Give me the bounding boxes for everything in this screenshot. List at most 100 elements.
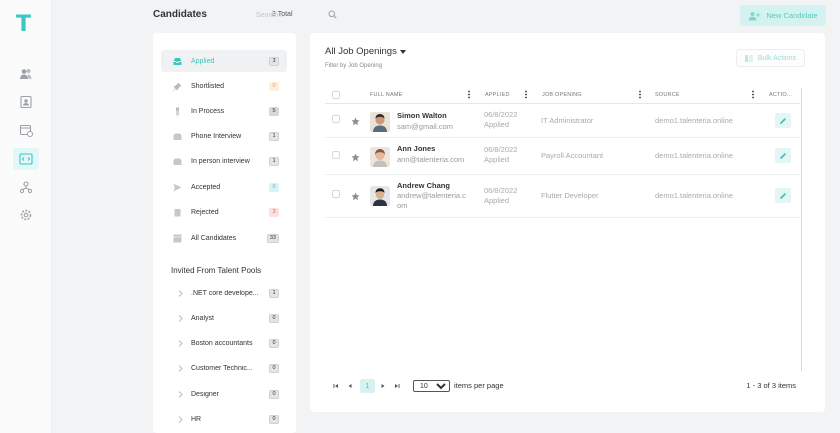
status-count: 1 [269, 131, 279, 141]
table-row[interactable]: Ann Jones ann@talenteria.com 06/8/2022 A… [325, 139, 800, 175]
nav-jobs[interactable] [13, 148, 39, 170]
star-icon[interactable] [351, 192, 360, 201]
pool-item[interactable]: HR 0 [161, 409, 287, 429]
column-header-source[interactable]: SOURCE [655, 92, 680, 98]
new-candidate-button[interactable]: New Candidate [740, 5, 826, 26]
top-bar: Candidates 3 Total New Candidate [52, 0, 840, 30]
nav-org[interactable] [13, 176, 39, 198]
status-count: 1 [269, 156, 279, 166]
status-all-candidates[interactable]: All Candidates 33 [161, 227, 287, 249]
kebab-menu-icon[interactable] [638, 90, 642, 99]
nav-users[interactable] [13, 63, 39, 85]
edit-button[interactable] [775, 113, 791, 128]
kebab-menu-icon[interactable] [467, 90, 471, 99]
row-checkbox[interactable] [332, 115, 340, 123]
pager-info: 1 - 3 of 3 items [746, 381, 796, 390]
pool-item[interactable]: Analyst 0 [161, 308, 287, 328]
inbox-icon [171, 57, 183, 66]
pool-count: 0 [269, 414, 279, 424]
status-in-process[interactable]: In Process 5 [161, 100, 287, 122]
calendar-icon [19, 124, 33, 137]
column-header-job-opening[interactable]: JOB OPENING [542, 92, 582, 98]
job-opening: IT Administrator [541, 116, 594, 125]
avatar [370, 147, 390, 167]
job-opening-label: All Job Openings [325, 46, 397, 57]
chevron-right-icon [175, 289, 185, 297]
source: demo1.talenteria.online [655, 151, 733, 160]
column-header-name[interactable]: FULL NAME [370, 92, 402, 98]
prev-page-button[interactable] [346, 381, 354, 391]
nav-settings[interactable] [13, 204, 39, 226]
chevron-right-icon [175, 415, 185, 423]
pool-count: 1 [269, 288, 279, 298]
edit-button[interactable] [775, 148, 791, 163]
job-opening-dropdown[interactable]: All Job Openings [325, 46, 406, 57]
applied-status: Applied [484, 196, 510, 205]
pool-item[interactable]: Designer 0 [161, 384, 287, 404]
code-window-icon [19, 153, 33, 165]
star-icon[interactable] [351, 153, 360, 162]
status-label: In person interview [191, 157, 250, 165]
vertical-scrollbar[interactable] [801, 88, 802, 371]
applied-date: 06/8/2022 [484, 186, 518, 195]
pool-item[interactable]: Customer Technic... 0 [161, 358, 287, 378]
bulk-actions-label: Bulk Actions [757, 54, 797, 62]
status-in-person-interview[interactable]: In person interview 1 [161, 150, 287, 172]
status-shortlisted[interactable]: Shortlisted 0 [161, 75, 287, 97]
pencil-icon [780, 117, 786, 124]
nav-candidates[interactable] [13, 91, 39, 113]
page-size-select[interactable]: 10 20 50 [413, 380, 450, 392]
status-rejected[interactable]: Rejected 3 [161, 201, 287, 223]
nav-calendar[interactable] [13, 119, 39, 141]
applied-status: Applied [484, 120, 510, 129]
last-page-button[interactable] [393, 381, 401, 391]
status-applied[interactable]: Applied 3 [161, 50, 287, 72]
candidate-name[interactable]: Simon Walton [397, 111, 447, 120]
next-page-button[interactable] [379, 381, 387, 391]
column-header-applied[interactable]: APPLIED [485, 92, 510, 98]
first-page-button[interactable] [332, 381, 340, 391]
search-icon[interactable] [328, 10, 337, 19]
app-logo[interactable]: T [16, 12, 31, 37]
pool-count: 0 [269, 313, 279, 323]
bulk-actions-button[interactable]: Bulk Actions [736, 49, 805, 67]
chevron-right-icon [175, 364, 185, 372]
applied-date: 06/8/2022 [484, 145, 518, 154]
status-count: 3 [269, 56, 279, 66]
kebab-menu-icon[interactable] [751, 90, 755, 99]
select-all-checkbox[interactable] [332, 91, 340, 99]
pool-item[interactable]: Boston accountants 0 [161, 333, 287, 353]
status-label: Shortlisted [191, 82, 225, 90]
table-row[interactable]: Andrew Chang andrew@talenteria.com 06/8/… [325, 176, 800, 218]
row-checkbox[interactable] [332, 151, 340, 159]
row-checkbox[interactable] [332, 190, 340, 198]
left-rail: T [0, 0, 52, 433]
send-icon [171, 183, 183, 192]
kebab-menu-icon[interactable] [524, 90, 528, 99]
star-icon[interactable] [351, 117, 360, 126]
table-row[interactable]: Simon Walton sam@gmail.com 06/8/2022 App… [325, 105, 800, 138]
status-label: Rejected [191, 208, 219, 216]
columns-icon [744, 54, 753, 62]
page-number-button[interactable]: 1 [360, 379, 375, 393]
candidate-name[interactable]: Ann Jones [397, 144, 435, 153]
status-phone-interview[interactable]: Phone Interview 1 [161, 125, 287, 147]
id-card-icon [20, 95, 32, 109]
status-count: 3 [269, 207, 279, 217]
edit-button[interactable] [775, 188, 791, 203]
candidate-name[interactable]: Andrew Chang [397, 181, 450, 190]
status-accepted[interactable]: Accepted 0 [161, 176, 287, 198]
status-label: Applied [191, 57, 215, 65]
pool-item[interactable]: .NET core develope... 1 [161, 283, 287, 303]
avatar [370, 186, 390, 206]
grid-header: FULL NAME APPLIED JOB OPENING SOURCE ACT… [325, 86, 800, 104]
gear-icon [20, 209, 32, 221]
pool-label: Designer [191, 390, 220, 398]
column-header-actions[interactable]: ACTIO... [769, 92, 792, 98]
applied-status: Applied [484, 155, 510, 164]
next-page-icon [381, 384, 385, 388]
items-per-page-label: items per page [454, 381, 504, 390]
users-icon [20, 69, 32, 79]
pool-label: .NET core develope... [191, 289, 259, 297]
pool-count: 0 [269, 389, 279, 399]
